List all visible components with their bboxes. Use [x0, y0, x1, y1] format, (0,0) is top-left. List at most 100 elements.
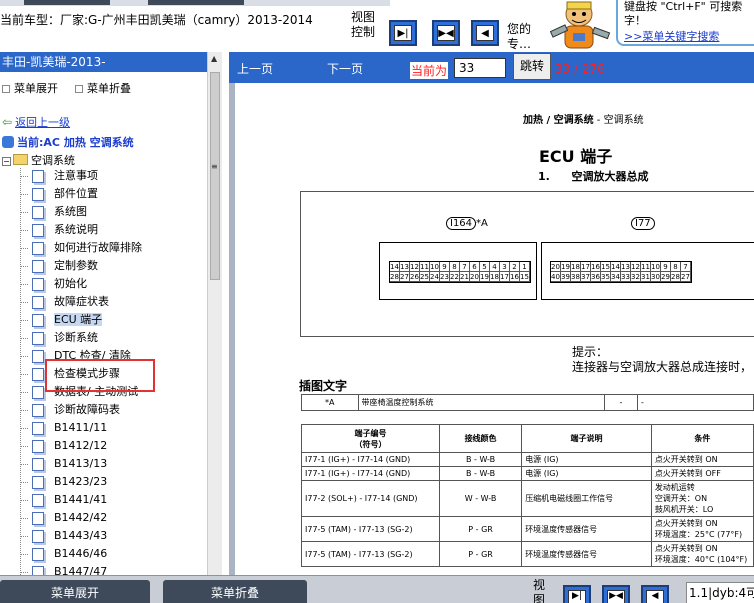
split-view-button[interactable]: ▶◀ — [432, 20, 460, 46]
sidebar-item-label: B1411/11 — [54, 421, 108, 434]
header-tab[interactable] — [24, 0, 110, 5]
connector-pin: 24 — [430, 272, 440, 282]
legend-key: *A — [301, 394, 359, 411]
page-number-input[interactable] — [454, 58, 506, 78]
show-left-pane-button[interactable]: ▶| — [389, 20, 417, 46]
document-icon — [32, 422, 44, 435]
connector-pin: 19 — [561, 262, 571, 272]
show-left-pane-icon: ▶| — [394, 25, 412, 41]
tree-root[interactable]: − 空调系统 — [2, 152, 75, 168]
bottom-split-button[interactable]: ▶◀ — [602, 585, 630, 603]
sidebar-scrollbar[interactable]: ▲ ≡ — [207, 52, 222, 575]
connector-pin: 22 — [450, 272, 460, 282]
doc-section-header: 加热 / 空调系统 - 空调系统 — [523, 111, 644, 126]
header-tab[interactable] — [148, 0, 244, 5]
table-row: I77-5 (TAM) - I77-13 (SG-2) P - GR 环境温度传感器… — [301, 516, 754, 542]
doc-hint-title: 提示： — [572, 345, 609, 359]
bottom-expand-button[interactable]: 菜单展开 — [0, 580, 150, 603]
sidebar-item[interactable]: 如何进行故障排除 — [20, 239, 206, 257]
connector-pin: 7 — [460, 262, 470, 272]
sidebar-item-label: B1446/46 — [54, 547, 108, 560]
table-row: I77-5 (TAM) - I77-13 (SG-2) P - GR 环境温度传感器… — [301, 541, 754, 567]
sidebar-item[interactable]: 初始化 — [20, 275, 206, 293]
document-icon — [32, 224, 44, 237]
cell-color: P - GR — [438, 541, 523, 567]
folder-icon — [13, 154, 28, 165]
bottom-collapse-left-button[interactable]: ◀ — [641, 585, 669, 603]
collapse-toggle-icon[interactable]: − — [2, 157, 11, 166]
doc-section-rest: - 空调系统 — [593, 115, 644, 126]
app-window: 当前车型：厂家:G-广州丰田凯美瑞（camry）2013-2014 视图控制 ▶… — [0, 0, 754, 603]
sidebar-item-label: 诊断故障码表 — [54, 403, 120, 416]
back-link[interactable]: ⇦ 返回上一级 — [2, 114, 70, 130]
connector-pin: 20 — [470, 272, 480, 282]
document-icon — [32, 170, 44, 183]
bottom-show-left-button[interactable]: ▶| — [563, 585, 591, 603]
sidebar-item[interactable]: 故障症状表 — [20, 293, 206, 311]
cell-desc: 环境温度传感器信号 — [521, 541, 652, 567]
connector-a-id: I164 — [446, 217, 477, 230]
document-icon — [32, 242, 44, 255]
table-row: I77-1 (IG+) - I77-14 (GND) B - W-B 电源 (IG)… — [301, 466, 754, 481]
sidebar-item[interactable]: B1411/11 — [20, 419, 206, 437]
document-icon — [32, 548, 44, 561]
menu-collapse-link[interactable]: 菜单折叠 — [87, 82, 131, 95]
back-label: 返回上一级 — [15, 116, 71, 129]
sidebar-item[interactable]: B1412/12 — [20, 437, 206, 455]
table-row: *A 带座椅温度控制系统 - - — [301, 394, 754, 411]
document-viewer[interactable]: 加热 / 空调系统 - 空调系统 ECU 端子 1. 空调放大器总成 I164 *… — [229, 83, 754, 575]
keyword-search-link[interactable]: >>菜单关键字搜索 — [624, 30, 750, 44]
sidebar-item[interactable]: B1442/42 — [20, 509, 206, 527]
document-icon — [32, 512, 44, 525]
connector-pin: 10 — [651, 262, 661, 272]
menu-expand-link[interactable]: 菜单展开 — [14, 82, 58, 95]
sidebar-item[interactable]: B1443/43 — [20, 527, 206, 545]
sidebar-item[interactable]: 诊断故障码表 — [20, 401, 206, 419]
sidebar-item[interactable]: B1446/46 — [20, 545, 206, 563]
next-page-link[interactable]: 下一页 — [327, 60, 363, 77]
jump-button[interactable]: 跳转 — [513, 53, 551, 80]
page-count: 33 / 276 — [555, 62, 605, 76]
cell-color: B - W-B — [438, 452, 523, 467]
sidebar-item[interactable]: 部件位置 — [20, 185, 206, 203]
sidebar-item[interactable]: 诊断系统 — [20, 329, 206, 347]
prev-page-link[interactable]: 上一页 — [237, 60, 273, 77]
table-row: I77-2 (SOL+) - I77-14 (GND) W - W-B 压缩机电磁线… — [301, 480, 754, 517]
sidebar-item[interactable]: 系统说明 — [20, 221, 206, 239]
connector-pin: 14 — [611, 262, 621, 272]
scrollbar-thumb[interactable] — [210, 72, 220, 280]
scroll-up-icon[interactable]: ▲ — [211, 54, 217, 63]
highlight-box — [45, 359, 155, 392]
sidebar-item-label: 定制参数 — [54, 259, 98, 272]
terminal-table-body: I77-1 (IG+) - I77-14 (GND) B - W-B 电源 (IG)… — [301, 452, 754, 567]
sidebar-item-label: B1443/43 — [54, 529, 108, 542]
sidebar-item[interactable]: 定制参数 — [20, 257, 206, 275]
bottom-collapse-button[interactable]: 菜单折叠 — [163, 580, 307, 603]
connector-pin: 12 — [410, 262, 420, 272]
sidebar-item[interactable]: ECU 端子 — [20, 311, 206, 329]
collapse-left-button[interactable]: ◀ — [471, 20, 499, 46]
document-icon — [32, 206, 44, 219]
sidebar-item[interactable]: 注意事项 — [20, 167, 206, 185]
cell-terminal: I77-2 (SOL+) - I77-14 (GND) — [301, 480, 440, 517]
sidebar-item[interactable]: B1423/23 — [20, 473, 206, 491]
connector-pin: 13 — [400, 262, 410, 272]
connector-pin: 27 — [681, 272, 691, 282]
mascot-icon — [549, 1, 611, 49]
sidebar-item[interactable]: B1413/13 — [20, 455, 206, 473]
sidebar-item-label: B1441/41 — [54, 493, 108, 506]
collapse-left-icon: ◀ — [476, 25, 494, 41]
connector-pin: 6 — [470, 262, 480, 272]
sidebar-item-label: B1423/23 — [54, 475, 108, 488]
cell-cond: 点火开关转到 ON 环境温度：40°C (104°F) — [650, 541, 754, 567]
sidebar-item-label: B1413/13 — [54, 457, 108, 470]
connector-a-label: I164 *A — [446, 217, 488, 230]
connector-pin: 20 — [551, 262, 561, 272]
tree-root-label: 空调系统 — [31, 154, 75, 167]
sidebar-item[interactable]: B1441/41 — [20, 491, 206, 509]
legend-col4: - — [636, 394, 754, 411]
cell-desc: 电源 (IG) — [521, 452, 652, 467]
col-condition: 条件 — [650, 424, 754, 453]
sidebar-item[interactable]: 系统图 — [20, 203, 206, 221]
connector-pin: 9 — [440, 262, 450, 272]
